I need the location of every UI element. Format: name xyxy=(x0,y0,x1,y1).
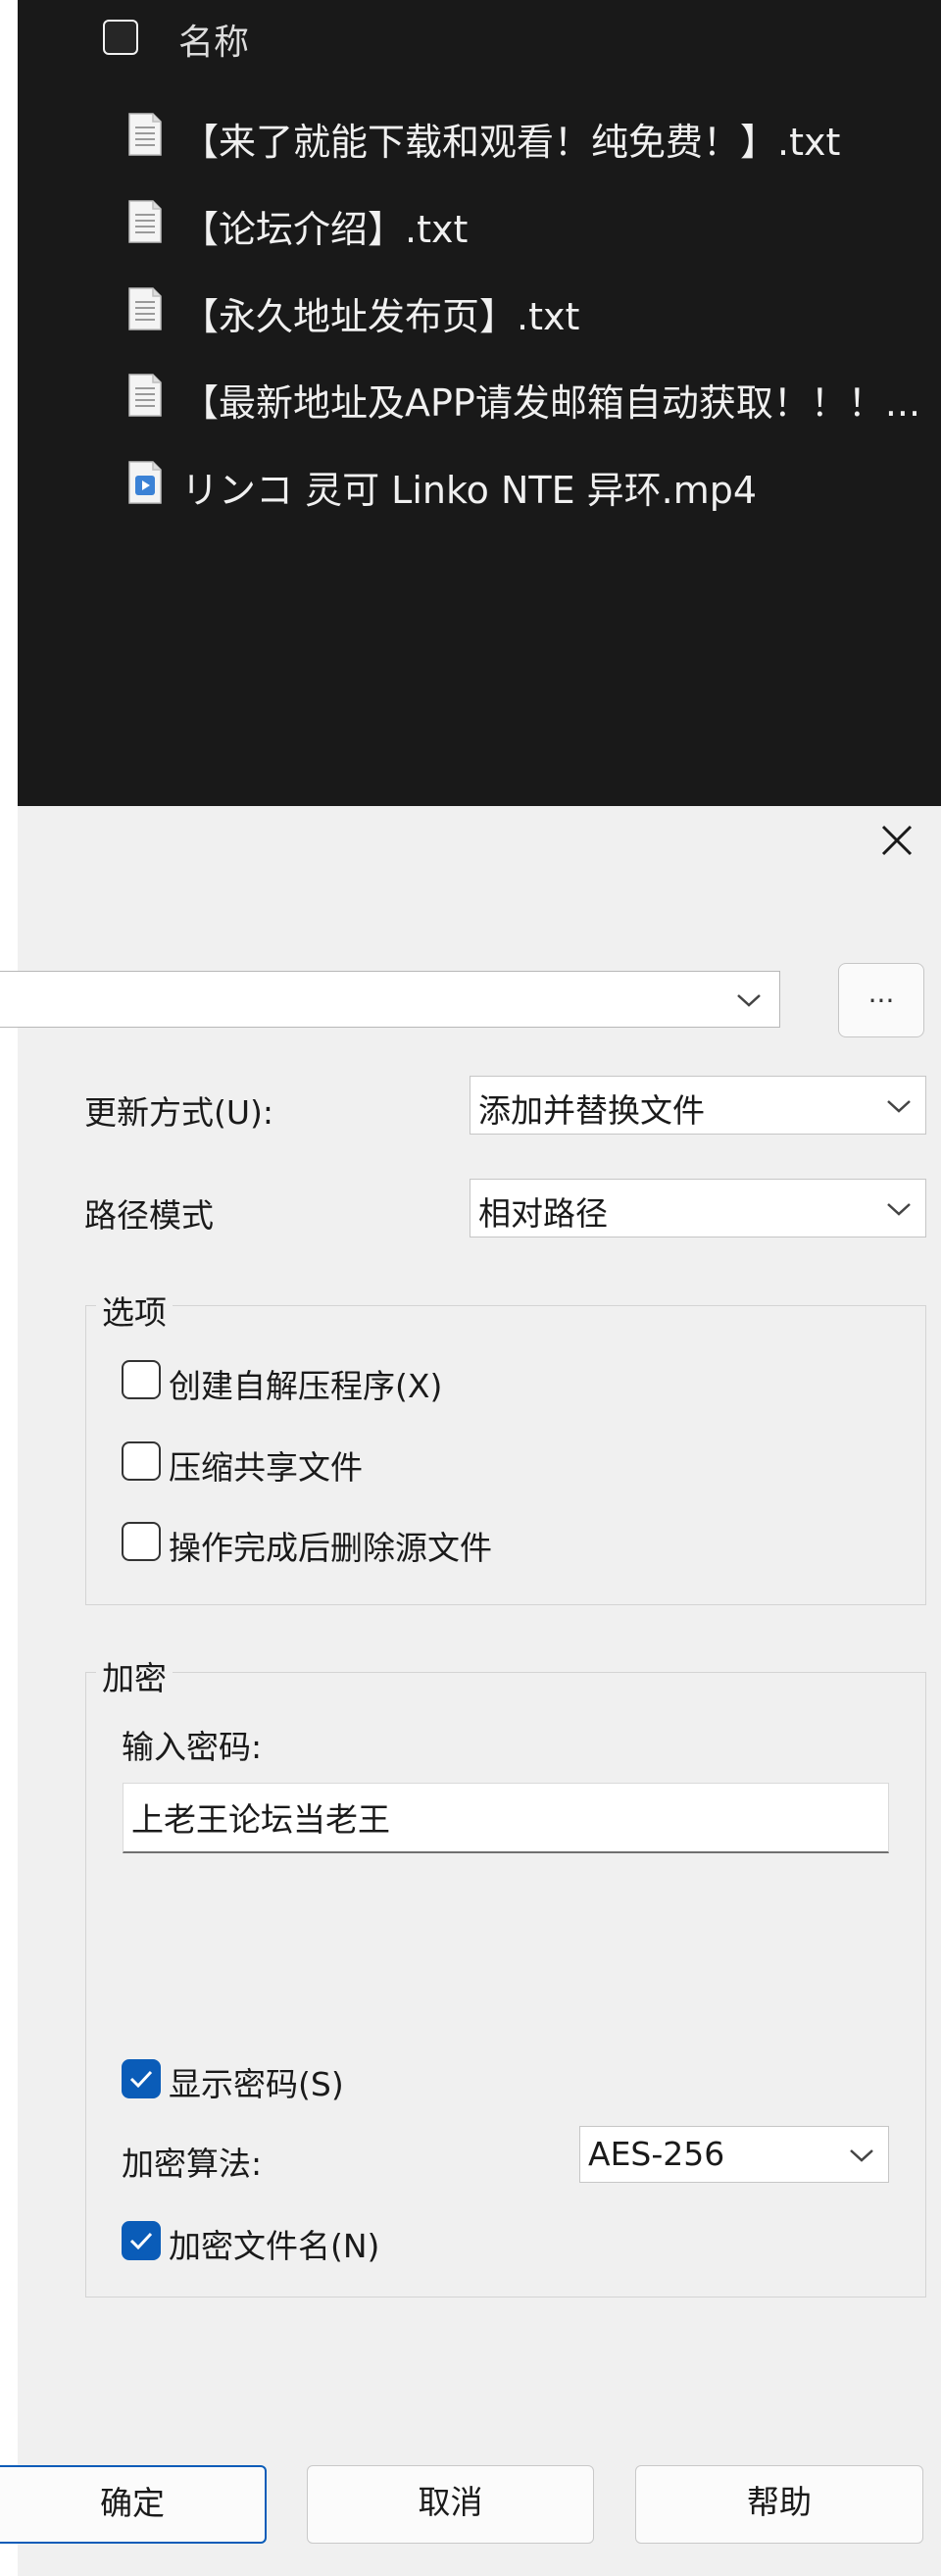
chevron-down-icon xyxy=(737,994,761,1007)
password-input[interactable]: 上老王论坛当老王 xyxy=(123,1783,889,1853)
file-row[interactable]: 【论坛介绍】.txt xyxy=(127,189,923,258)
options-group-title: 选项 xyxy=(96,1287,173,1334)
checkmark-icon xyxy=(129,2232,153,2250)
select-all-checkbox[interactable] xyxy=(103,20,138,55)
path-mode-label: 路径模式 xyxy=(84,1196,214,1235)
chevron-down-icon xyxy=(887,1203,911,1216)
file-name: 【来了就能下载和观看！纯免费！】.txt xyxy=(181,121,841,164)
file-row[interactable]: 【来了就能下载和观看！纯免费！】.txt xyxy=(127,102,923,171)
password-value: 上老王论坛当老王 xyxy=(131,1800,390,1839)
text-file-icon xyxy=(127,199,163,244)
update-mode-label: 更新方式(U): xyxy=(84,1093,274,1132)
file-name: リンコ 灵可 Linko NTE 异环.mp4 xyxy=(181,469,758,512)
password-label: 输入密码: xyxy=(122,1728,263,1766)
browse-button[interactable]: ... xyxy=(838,963,924,1037)
show-password-checkbox[interactable] xyxy=(122,2059,161,2098)
encrypt-filenames-label[interactable]: 加密文件名(N) xyxy=(169,2220,379,2267)
file-name: 【最新地址及APP请发邮箱自动获取！！！... xyxy=(181,381,921,425)
text-file-icon xyxy=(127,373,163,418)
close-button[interactable] xyxy=(870,814,923,867)
create-sfx-checkbox[interactable] xyxy=(122,1360,161,1399)
file-name: 【论坛介绍】.txt xyxy=(181,208,469,251)
encrypt-filenames-checkbox[interactable] xyxy=(122,2221,161,2260)
encryption-method-value: AES-256 xyxy=(588,2135,725,2173)
close-icon xyxy=(881,825,913,856)
name-column-header[interactable]: 名称 xyxy=(178,14,249,65)
delete-after-checkbox[interactable] xyxy=(122,1522,161,1561)
chevron-down-icon xyxy=(850,2149,873,2162)
delete-after-label[interactable]: 操作完成后删除源文件 xyxy=(169,1522,492,1569)
text-file-icon xyxy=(127,112,163,157)
update-mode-value: 添加并替换文件 xyxy=(478,1091,705,1130)
ok-button[interactable]: 确定 xyxy=(0,2465,267,2544)
file-row[interactable]: 【最新地址及APP请发邮箱自动获取！！！... xyxy=(127,363,923,431)
path-mode-select[interactable]: 相对路径 xyxy=(470,1179,926,1237)
encryption-group-title: 加密 xyxy=(96,1652,173,1699)
compress-shared-checkbox[interactable] xyxy=(122,1441,161,1481)
file-name: 【永久地址发布页】.txt xyxy=(181,295,580,338)
path-mode-value: 相对路径 xyxy=(478,1194,608,1233)
help-button[interactable]: 帮助 xyxy=(635,2465,923,2544)
chevron-down-icon xyxy=(887,1100,911,1113)
compress-shared-label[interactable]: 压缩共享文件 xyxy=(169,1441,363,1489)
cancel-button[interactable]: 取消 xyxy=(307,2465,594,2544)
archive-name-combo[interactable] xyxy=(0,971,780,1028)
checkmark-icon xyxy=(129,2070,153,2089)
file-row[interactable]: 【永久地址发布页】.txt xyxy=(127,277,923,345)
encryption-method-label: 加密算法: xyxy=(122,2145,263,2183)
show-password-label[interactable]: 显示密码(S) xyxy=(169,2058,344,2105)
encryption-method-select[interactable]: AES-256 xyxy=(579,2126,889,2183)
file-row[interactable]: リンコ 灵可 Linko NTE 异环.mp4 xyxy=(127,450,923,519)
text-file-icon xyxy=(127,286,163,331)
video-file-icon xyxy=(127,460,163,505)
update-mode-select[interactable]: 添加并替换文件 xyxy=(470,1076,926,1135)
create-sfx-label[interactable]: 创建自解压程序(X) xyxy=(169,1360,442,1407)
